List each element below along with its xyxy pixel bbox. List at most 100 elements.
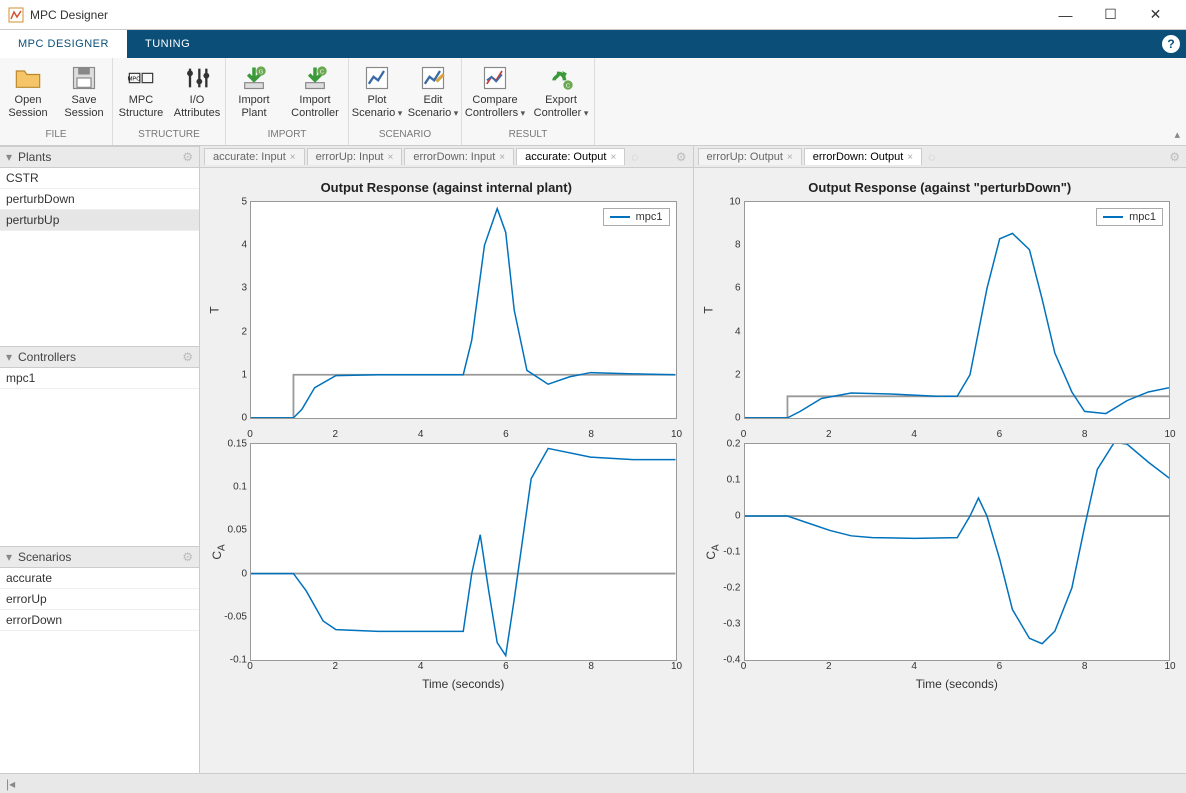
y-ticks: -0.1-0.0500.050.10.15 [217,444,247,660]
mpc-structure-label: MPCStructure [119,94,164,119]
plot-column-right: errorUp: Output× errorDown: Output× ◌ ⚙ … [694,146,1186,773]
add-tab-icon[interactable]: ◌ [631,150,638,164]
group-structure-label: STRUCTURE [113,129,225,145]
gear-icon[interactable]: ⚙ [182,550,193,564]
add-tab-icon[interactable]: ◌ [928,150,935,164]
panel-scenarios-title: Scenarios [18,550,182,564]
window-title: MPC Designer [30,8,1043,22]
controllers-list: mpc1 [0,368,199,546]
compare-controllers-button[interactable]: CompareControllers [462,58,528,129]
list-item[interactable]: errorUp [0,589,199,610]
close-button[interactable]: ✕ [1133,0,1178,30]
import-controller-label: ImportController [291,94,339,119]
ribbon-collapse-icon[interactable]: ▴ [1174,128,1180,141]
maximize-button[interactable]: ☐ [1088,0,1133,30]
group-scenario-label: SCENARIO [349,129,461,145]
y-ticks: -0.4-0.3-0.2-0.100.10.2 [711,444,741,660]
chevron-down-icon: ▾ [6,150,18,164]
list-item[interactable]: CSTR [0,168,199,189]
edit-icon [419,64,447,92]
help-button[interactable]: ? [1156,30,1186,58]
svg-text:MPC: MPC [128,76,141,82]
close-icon[interactable]: × [499,152,505,163]
close-icon[interactable]: × [787,152,793,163]
chevron-down-icon: ▾ [6,550,18,564]
chart-title: Output Response (against "perturbDown") [698,180,1183,195]
group-file-label: FILE [0,129,112,145]
plot-tab[interactable]: errorDown: Output× [804,148,922,165]
ribbon: OpenSession SaveSession FILE MPC MPCStru… [0,58,1186,146]
group-result-label: RESULT [462,129,594,145]
x-ticks: 0246810 [250,429,677,443]
import-down-icon: G [240,64,268,92]
x-axis-label: Time (seconds) [250,677,677,691]
io-attributes-label: I/OAttributes [174,94,220,119]
gear-icon[interactable]: ⚙ [182,150,193,164]
list-item[interactable]: perturbDown [0,189,199,210]
gear-icon[interactable]: ⚙ [182,350,193,364]
sidebar: ▾ Plants ⚙ CSTR perturbDown perturbUp ▾ … [0,146,200,773]
plot-tab[interactable]: errorUp: Output × [698,148,802,165]
plot-icon [363,64,391,92]
plot-tab-label: accurate: Output [525,151,606,163]
scenarios-list: accurate errorUp errorDown [0,568,199,773]
chart-left-top[interactable]: T 012345 mpc1 [250,201,677,419]
close-icon[interactable]: × [290,152,296,163]
close-icon[interactable]: × [907,152,913,163]
x-axis-label: Time (seconds) [744,677,1171,691]
plot-tab[interactable]: accurate: Output × [516,148,625,165]
chevron-down-icon: ▾ [6,350,18,364]
panel-scenarios-header[interactable]: ▾ Scenarios ⚙ [0,546,199,568]
ribbon-tabstrip: MPC DESIGNER TUNING ? [0,30,1186,58]
status-bar: |◂ [0,773,1186,793]
plot-tab-label: errorUp: Output [707,151,783,163]
x-ticks: 0246810 [744,429,1171,443]
panel-plants-header[interactable]: ▾ Plants ⚙ [0,146,199,168]
edit-scenario-label: EditScenario [408,94,458,119]
import-plant-button[interactable]: G ImportPlant [226,58,282,129]
folder-open-icon [14,64,42,92]
plot-tabbar-right: errorUp: Output × errorDown: Output× ◌ ⚙ [694,146,1186,168]
tab-mpc-designer[interactable]: MPC DESIGNER [0,30,127,58]
compare-icon [481,64,509,92]
list-item[interactable]: accurate [0,568,199,589]
list-item[interactable]: mpc1 [0,368,199,389]
plot-tab[interactable]: accurate: Input × [204,148,305,165]
svg-text:C: C [320,69,324,75]
y-ticks: 012345 [217,202,247,418]
plot-body-right: Output Response (against "perturbDown") … [694,168,1186,773]
panel-controllers-header[interactable]: ▾ Controllers ⚙ [0,346,199,368]
import-controller-icon: C [301,64,329,92]
plot-tab[interactable]: errorUp: Input× [307,148,403,165]
edit-scenario-button[interactable]: EditScenario [405,58,461,129]
io-attributes-button[interactable]: I/OAttributes [169,58,225,129]
panel-plants-title: Plants [18,150,182,164]
plot-tab-label: accurate: Input [213,151,286,163]
import-controller-button[interactable]: C ImportController [282,58,348,129]
main-area: ▾ Plants ⚙ CSTR perturbDown perturbUp ▾ … [0,146,1186,773]
app-icon [8,7,24,23]
gear-icon[interactable]: ⚙ [1169,150,1180,164]
chart-right-bot[interactable]: CA -0.4-0.3-0.2-0.100.10.2 [744,443,1171,661]
svg-text:C: C [566,83,570,89]
gear-icon[interactable]: ⚙ [676,150,687,164]
mpc-structure-button[interactable]: MPC MPCStructure [113,58,169,129]
back-icon[interactable]: |◂ [6,777,15,791]
chart-left-bot[interactable]: CA -0.1-0.0500.050.10.15 [250,443,677,661]
minimize-button[interactable]: — [1043,0,1088,30]
list-item[interactable]: perturbUp [0,210,199,231]
list-item[interactable]: errorDown [0,610,199,631]
save-session-button[interactable]: SaveSession [56,58,112,129]
open-session-button[interactable]: OpenSession [0,58,56,129]
svg-text:G: G [259,69,264,75]
plot-scenario-button[interactable]: PlotScenario [349,58,405,129]
close-icon[interactable]: × [610,152,616,163]
export-controller-button[interactable]: C ExportController [528,58,594,129]
plot-tab[interactable]: errorDown: Input × [404,148,514,165]
chart-right-top[interactable]: T 0246810 mpc1 [744,201,1171,419]
structure-icon: MPC [127,64,155,92]
close-icon[interactable]: × [388,152,394,163]
plot-tab-label: errorDown: Input [413,151,495,163]
tab-tuning[interactable]: TUNING [127,30,208,58]
import-plant-label: ImportPlant [238,94,269,119]
